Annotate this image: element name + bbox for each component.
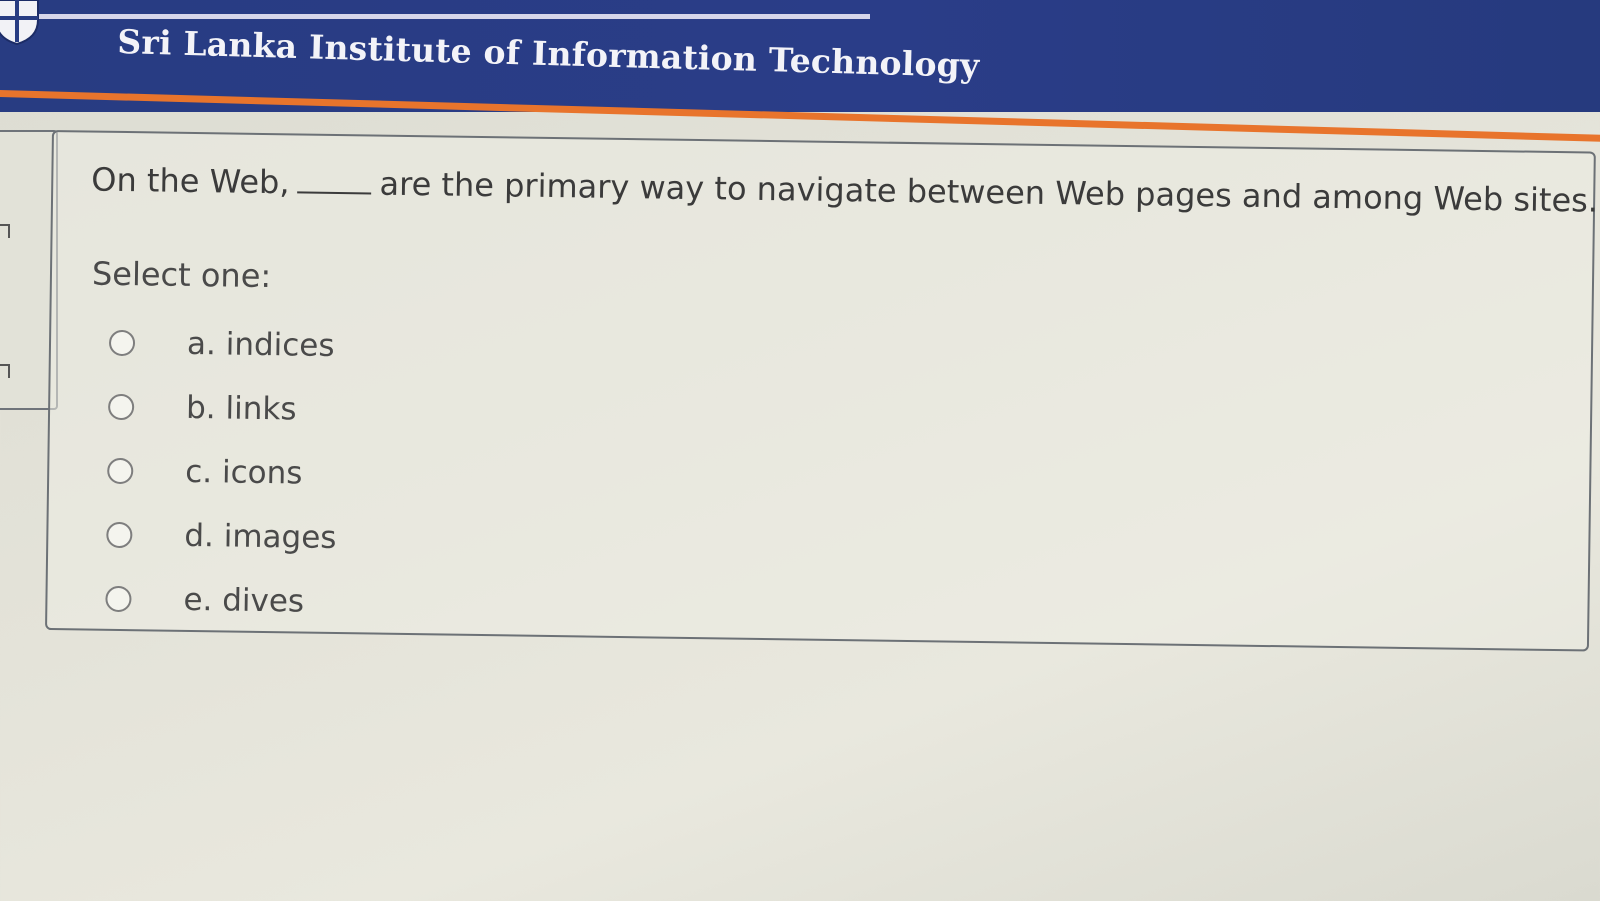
radio-button-d[interactable] bbox=[106, 521, 133, 549]
answer-label-a[interactable]: a. indices bbox=[187, 326, 335, 364]
header-top-line bbox=[0, 14, 870, 19]
question-text-after: are the primary way to navigate between … bbox=[379, 164, 1599, 220]
site-header: Sri Lanka Institute of Information Techn… bbox=[0, 0, 1600, 112]
answer-option-a[interactable]: a. indices bbox=[108, 311, 340, 378]
answer-blank bbox=[297, 169, 372, 195]
question-text: On the Web, are the primary way to naviga… bbox=[91, 161, 1598, 220]
answer-label-b[interactable]: b. links bbox=[186, 390, 297, 428]
question-text-before: On the Web, bbox=[91, 160, 290, 202]
sidebar-mark-bottom bbox=[0, 364, 10, 378]
question-card: On the Web, are the primary way to naviga… bbox=[45, 130, 1598, 652]
select-prompt: Select one: bbox=[91, 254, 272, 296]
answer-option-c[interactable]: c. icons bbox=[107, 439, 338, 506]
answer-option-d[interactable]: d. images bbox=[106, 503, 337, 570]
institution-title: Sri Lanka Institute of Information Techn… bbox=[116, 22, 980, 86]
answer-option-b[interactable]: b. links bbox=[107, 375, 339, 442]
radio-button-c[interactable] bbox=[107, 457, 134, 485]
sliit-crest-icon[interactable] bbox=[0, 0, 42, 46]
radio-button-e[interactable] bbox=[105, 585, 132, 613]
answer-label-d[interactable]: d. images bbox=[184, 518, 337, 556]
radio-button-a[interactable] bbox=[108, 329, 136, 357]
answer-label-c[interactable]: c. icons bbox=[185, 454, 303, 492]
sidebar-mark-top bbox=[0, 224, 10, 238]
answer-label-e[interactable]: e. dives bbox=[183, 582, 304, 620]
answer-options: a. indices b. links c. icons d. images e… bbox=[105, 311, 340, 634]
answer-option-e[interactable]: e. dives bbox=[105, 567, 336, 634]
radio-button-b[interactable] bbox=[107, 393, 135, 421]
